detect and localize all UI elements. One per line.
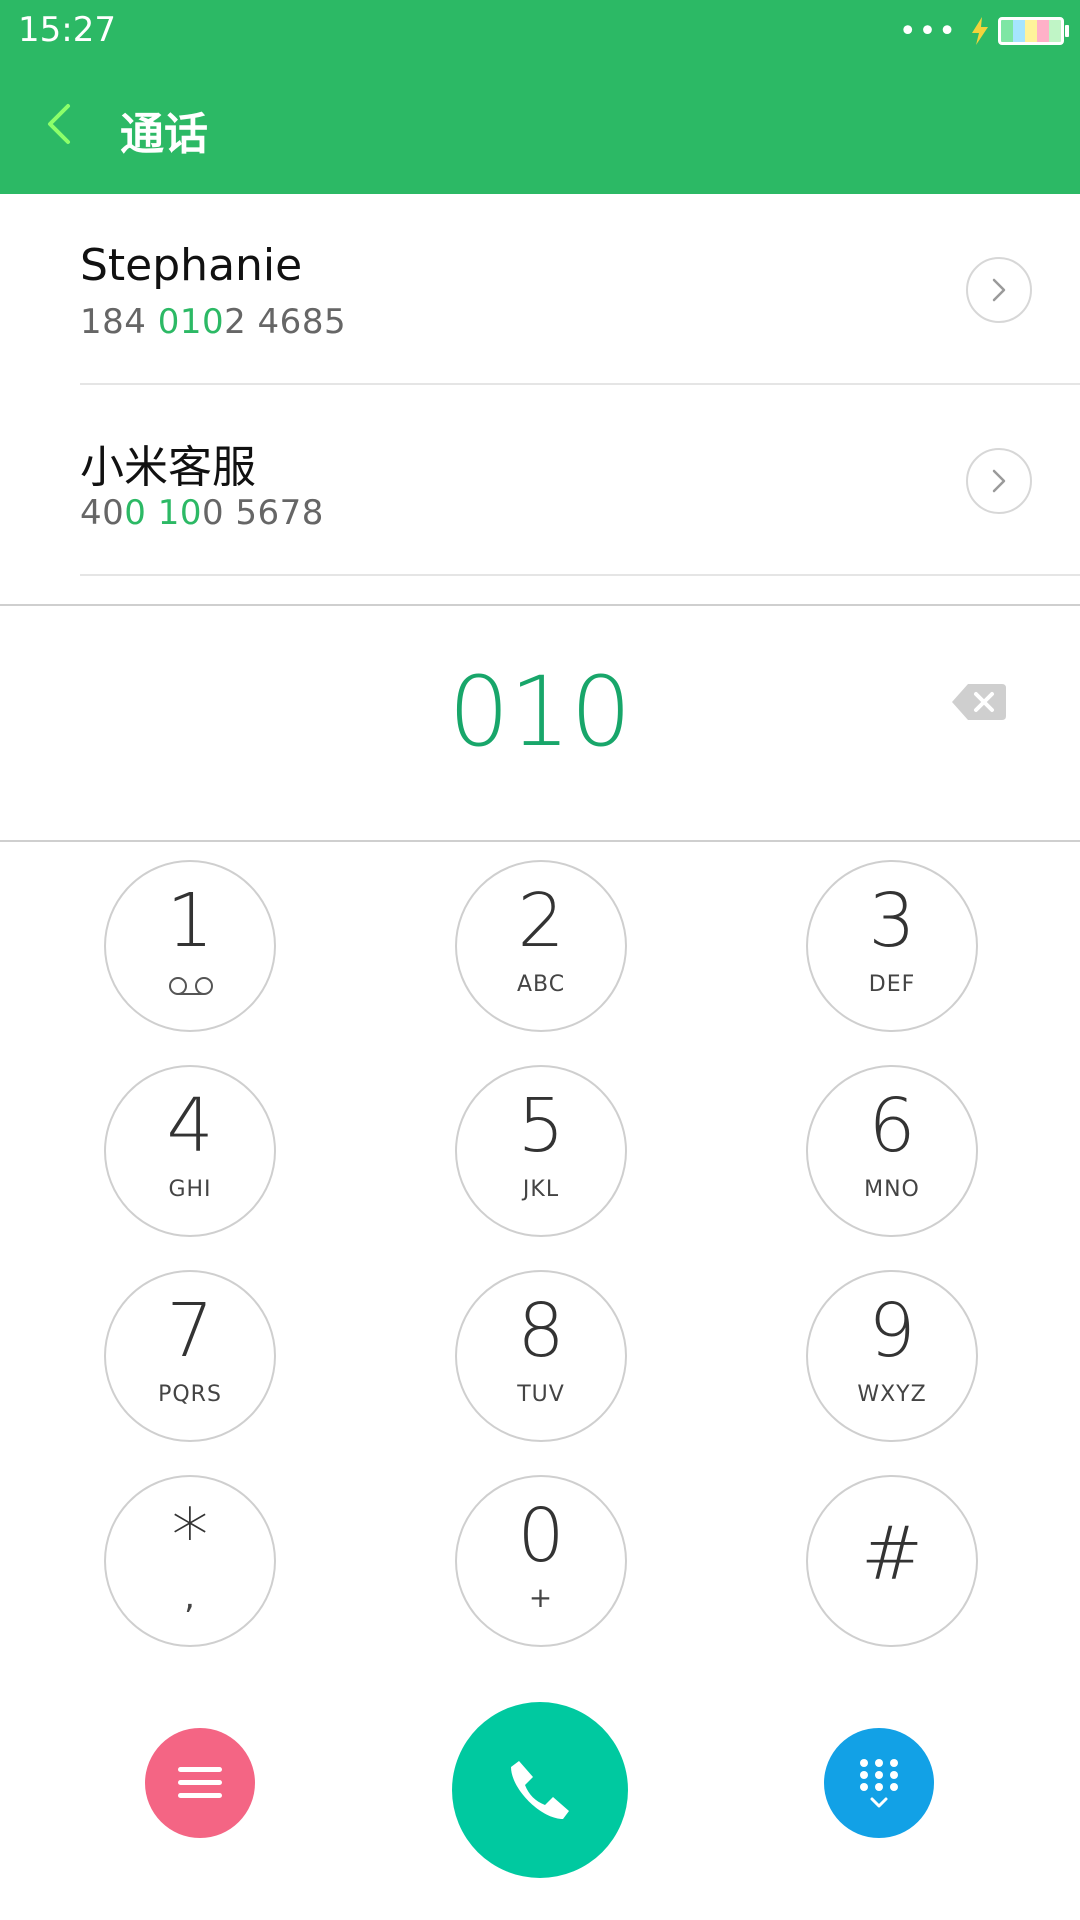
key-digit: 7 [166, 1288, 214, 1374]
key-letters: JKL [522, 1177, 560, 1202]
key-digit: 0 [517, 1493, 565, 1579]
key-digit: 1 [166, 878, 214, 964]
voicemail-icon [169, 977, 213, 995]
dialer-screen: 15:27 ••• 通话 Stephanie 184 0102 4685 小米客… [0, 0, 1080, 1920]
chevron-right-icon [992, 278, 1006, 302]
dialed-number[interactable]: 010 [0, 656, 1080, 768]
status-time: 15:27 [18, 10, 116, 50]
key-letters: ABC [516, 972, 566, 997]
number-part: 184 [80, 302, 158, 342]
call-actions [0, 1662, 1080, 1920]
key-digit: 4 [166, 1083, 214, 1169]
contact-name: 小米客服 [80, 442, 256, 493]
key-digit: 6 [868, 1083, 916, 1169]
chevron-left-icon[interactable] [44, 102, 74, 146]
contact-details-button[interactable] [966, 448, 1032, 514]
status-icons: ••• [898, 13, 1069, 49]
key-digit: * [171, 1493, 209, 1579]
key-2[interactable]: 2 ABC [455, 860, 627, 1032]
key-letters: PQRS [158, 1382, 222, 1407]
contact-number: 400 100 5678 [80, 493, 324, 533]
number-part: 0 5678 [201, 493, 324, 533]
key-8[interactable]: 8 TUV [455, 1270, 627, 1442]
key-letters: TUV [517, 1382, 565, 1407]
key-4[interactable]: 4 GHI [104, 1065, 276, 1237]
contact-name: Stephanie [80, 240, 303, 291]
key-9[interactable]: 9 WXYZ [806, 1270, 978, 1442]
call-button[interactable] [452, 1702, 628, 1878]
key-letters: , [184, 1577, 196, 1617]
key-1[interactable]: 1 [104, 860, 276, 1032]
contact-details-button[interactable] [966, 257, 1032, 323]
key-digit: 2 [517, 878, 565, 964]
dial-display: 010 [0, 606, 1080, 840]
backspace-icon[interactable] [950, 682, 1008, 722]
key-digit: 5 [517, 1083, 565, 1169]
key-letters: DEF [868, 972, 916, 997]
charging-bolt-icon [972, 17, 988, 45]
key-digit: 8 [517, 1288, 565, 1374]
contact-row[interactable]: 小米客服 400 100 5678 [80, 385, 1080, 576]
key-0[interactable]: 0 + [455, 1475, 627, 1647]
number-match: 0 10 [124, 493, 202, 533]
keypad: 1 2 ABC 3 DEF 4 GHI 5 JKL 6 MNO 7 PQRS 8… [0, 842, 1080, 1662]
key-star[interactable]: * , [104, 1475, 276, 1647]
key-letters: + [528, 1581, 554, 1614]
key-digit: # [860, 1511, 923, 1597]
key-digit: 3 [868, 878, 916, 964]
number-part: 2 4685 [224, 302, 347, 342]
contact-number: 184 0102 4685 [80, 302, 346, 342]
key-5[interactable]: 5 JKL [455, 1065, 627, 1237]
key-6[interactable]: 6 MNO [806, 1065, 978, 1237]
dialpad-icon [860, 1759, 898, 1808]
page-title: 通话 [120, 109, 208, 160]
menu-button[interactable] [145, 1728, 255, 1838]
app-header: 15:27 ••• 通话 [0, 0, 1080, 194]
key-hash[interactable]: # [806, 1475, 978, 1647]
key-7[interactable]: 7 PQRS [104, 1270, 276, 1442]
chevron-right-icon [992, 469, 1006, 493]
number-match: 010 [157, 302, 225, 342]
phone-icon [511, 1761, 569, 1819]
number-part: 40 [80, 493, 125, 533]
battery-icon [998, 17, 1069, 45]
key-letters: WXYZ [857, 1382, 927, 1407]
signal-dots-icon: ••• [898, 13, 958, 49]
key-3[interactable]: 3 DEF [806, 860, 978, 1032]
menu-icon [178, 1767, 222, 1798]
key-digit: 9 [868, 1288, 916, 1374]
key-letters: GHI [168, 1177, 212, 1202]
contact-row[interactable]: Stephanie 184 0102 4685 [80, 194, 1080, 385]
key-letters: MNO [864, 1177, 920, 1202]
contact-suggestions: Stephanie 184 0102 4685 小米客服 400 100 567… [0, 194, 1080, 576]
keypad-toggle-button[interactable] [824, 1728, 934, 1838]
